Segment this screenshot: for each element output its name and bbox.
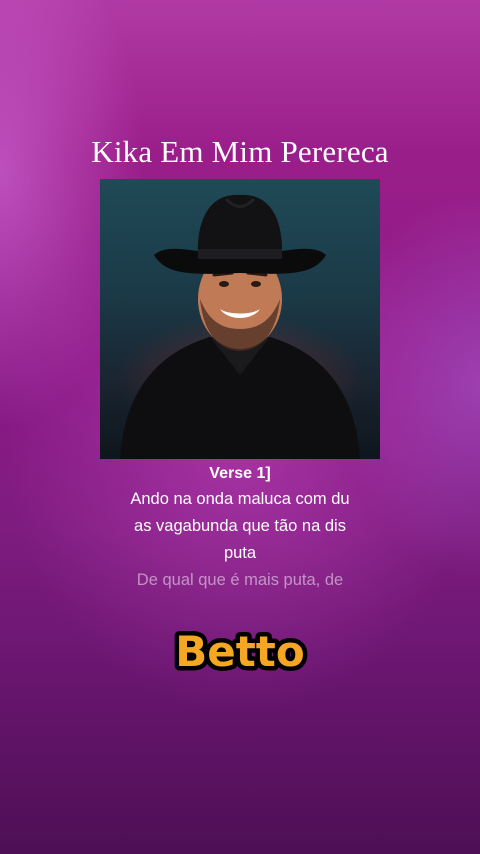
lyrics-panel: Verse 1] Ando na onda maluca com du as v… [90,462,390,594]
lyrics-line: puta [223,544,257,562]
song-title: Kika Em Mim Perereca [91,134,389,169]
watermark-text: Betto [175,627,305,676]
lyrics-upcoming-line: De qual que é mais puta, de [136,571,344,589]
lyrics-section-label: Verse 1] [209,465,271,482]
betto-watermark-logo: Betto Betto [171,623,310,681]
lyrics-line: as vagabunda que tão na dis [134,517,346,535]
lyrics-line: Ando na onda maluca com du [130,490,350,508]
cowboy-portrait-image [120,194,360,459]
album-cover [100,179,380,459]
